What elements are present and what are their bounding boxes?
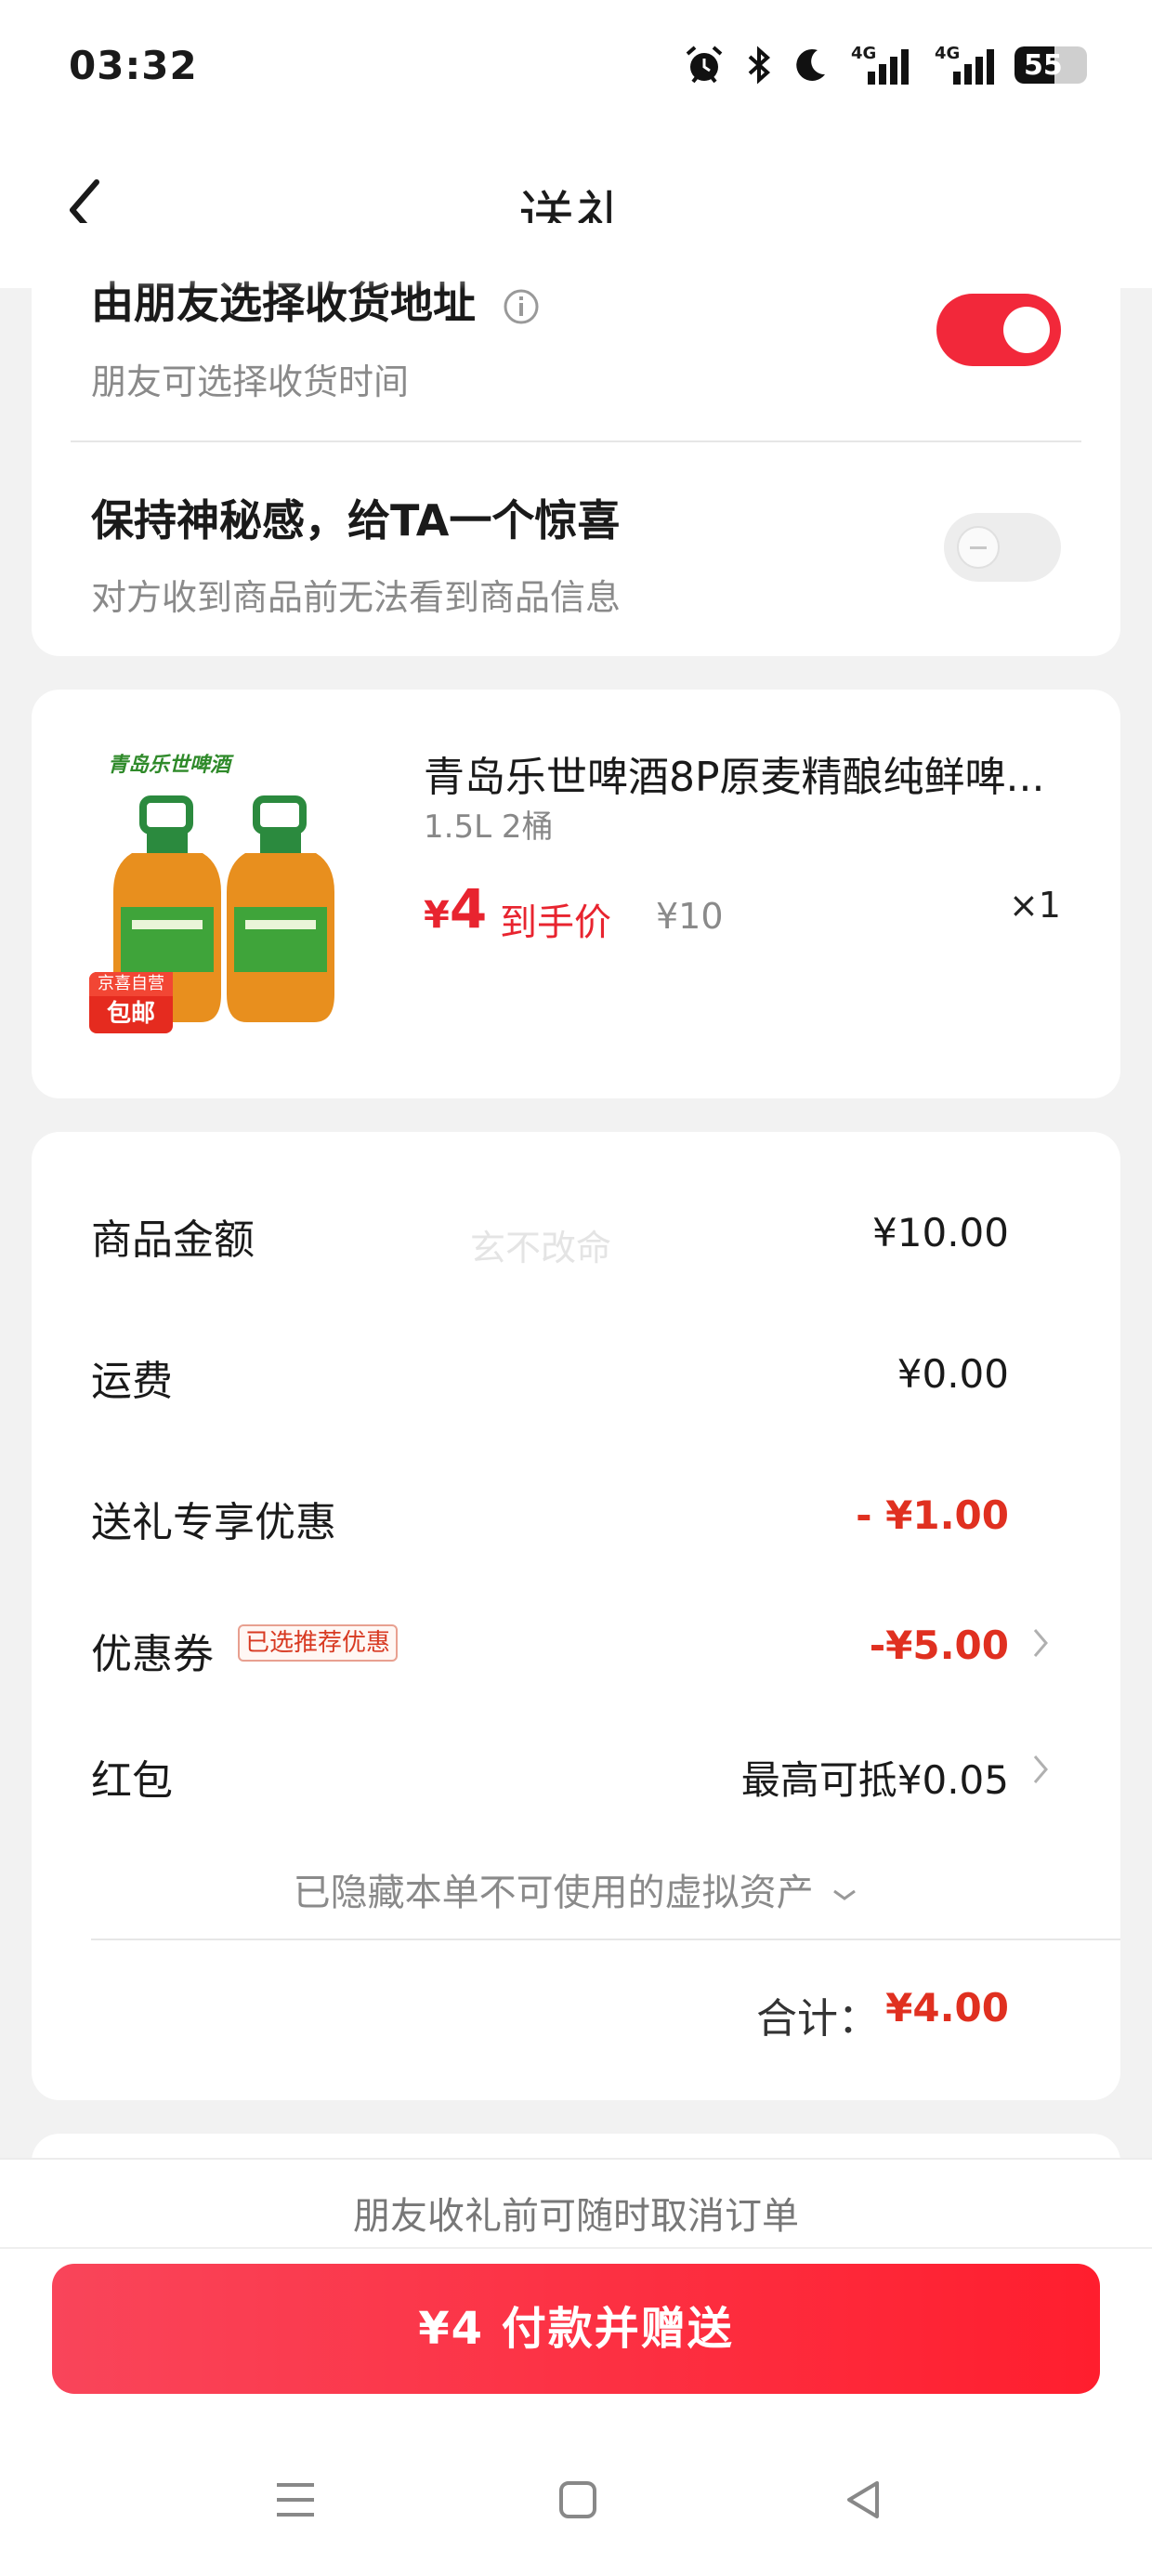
red-packet-value[interactable]: 最高可抵¥0.05 [741,1749,1009,1806]
signal-label: 4G [851,44,877,63]
pay-and-gift-button[interactable]: ¥4 付款并赠送 [52,2264,1100,2394]
chevron-down-icon [833,1889,857,1900]
product-image[interactable]: 青岛乐世啤酒 京喜自营 包邮 [89,743,377,1041]
coupon-label[interactable]: 优惠券 [91,1621,214,1680]
product-name[interactable]: 青岛乐世啤酒8P原麦精酿纯鲜啤... [424,743,1065,803]
battery-icon: 55 [1015,46,1087,84]
original-price: ¥10 [656,896,724,937]
shipping-label: 运费 [91,1358,173,1405]
menu-icon[interactable] [268,2472,323,2528]
red-packet-label[interactable]: 红包 [91,1747,173,1807]
cancel-note: 朋友收礼前可随时取消订单 [353,2195,799,2238]
coupon-value[interactable]: -¥5.00 [870,1623,1009,1668]
gift-discount-label: 送礼专享优惠 [91,1499,336,1546]
gift-discount-value: - ¥1.00 [856,1492,1009,1538]
badge-top-text: 京喜自营 [89,972,173,996]
mystery-title: 保持神秘感，给TA一个惊喜 [91,495,621,545]
bluetooth-icon [748,46,771,85]
brand-label: 青岛乐世啤酒 [108,753,234,777]
toggle-knob [1003,307,1050,353]
status-icons: 4G 4G 55 [684,41,1087,89]
toggle-knob [957,526,1000,569]
hidden-assets-toggle[interactable]: 已隐藏本单不可使用的虚拟资产 [0,1862,1152,1916]
price-number: 4 [449,877,488,940]
total-value: ¥4.00 [885,1985,1009,2031]
hidden-assets-text: 已隐藏本单不可使用的虚拟资产 [293,1872,814,1914]
friend-address-title-text: 由朋友选择收货地址 [91,278,476,328]
signal-4g-icon: 4G [929,44,994,86]
divider [0,2158,1152,2160]
friend-address-toggle[interactable] [936,294,1061,366]
do-not-disturb-icon [796,48,825,81]
order-summary-card [32,1132,1120,2100]
alarm-icon [686,46,723,84]
battery-percent: 55 [1024,49,1063,82]
signal-label: 4G [935,44,961,63]
goods-amount-value: ¥10.00 [872,1210,1009,1255]
badge-bottom-text: 包邮 [106,1000,155,1028]
shipping-value: ¥0.00 [897,1351,1009,1397]
mystery-toggle[interactable] [944,513,1061,582]
quantity: ×1 [1008,885,1061,926]
goods-amount-label: 商品金额 [91,1216,255,1264]
divider [71,440,1081,442]
watermark: 玄不改命 [470,1228,612,1268]
signal-4g-icon: 4G [851,44,909,86]
product-spec: 1.5L 2桶 [424,808,554,846]
chevron-right-icon[interactable] [1031,1624,1052,1662]
total-label: 合计： [756,1995,879,2043]
chevron-right-icon[interactable] [1031,1751,1052,1788]
price-symbol: ¥ [424,894,450,937]
mystery-subtitle: 对方收到商品前无法看到商品信息 [91,577,622,618]
info-icon[interactable] [502,287,541,326]
divider [0,2247,1152,2249]
status-time: 03:32 [69,43,198,88]
final-price: ¥4 [424,877,487,940]
home-icon[interactable] [550,2472,606,2528]
friend-address-title: 由朋友选择收货地址 [91,269,541,331]
back-nav-icon[interactable] [836,2472,892,2528]
self-operated-badge: 京喜自营 包邮 [89,972,173,1033]
divider [91,1939,1120,1940]
friend-address-subtitle: 朋友可选择收货时间 [91,361,410,402]
coupon-tag: 已选推荐优惠 [238,1624,399,1662]
final-price-label: 到手价 [500,901,611,944]
